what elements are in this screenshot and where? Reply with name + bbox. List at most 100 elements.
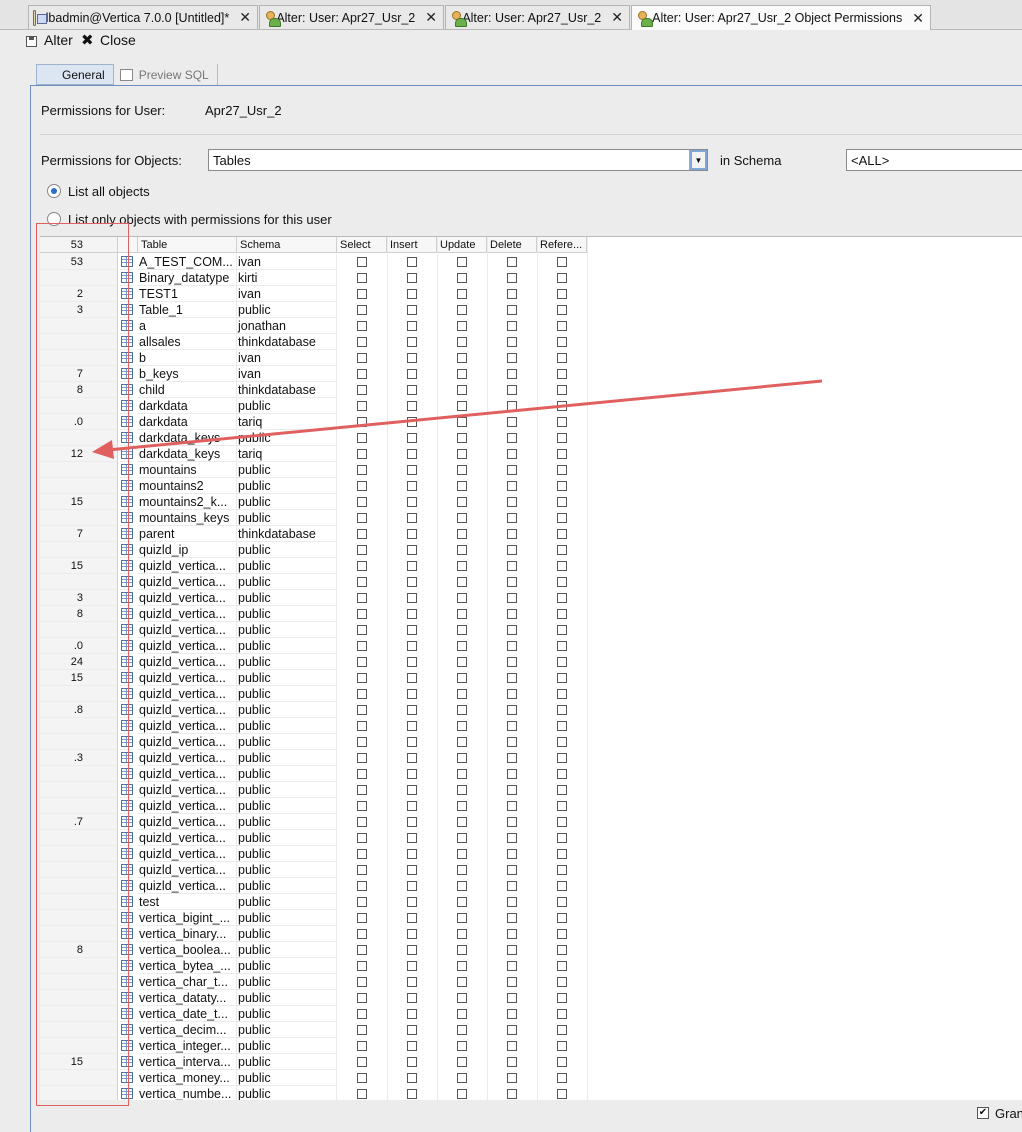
- update-checkbox[interactable]: [457, 545, 467, 555]
- delete-checkbox[interactable]: [507, 769, 517, 779]
- references-checkbox[interactable]: [557, 657, 567, 667]
- update-checkbox[interactable]: [457, 1057, 467, 1067]
- table-row[interactable]: .0 quizld_vertica... public: [40, 638, 1022, 654]
- references-checkbox[interactable]: [557, 385, 567, 395]
- references-checkbox[interactable]: [557, 737, 567, 747]
- references-checkbox[interactable]: [557, 609, 567, 619]
- close-icon[interactable]: ✕: [611, 9, 623, 26]
- schema-cell[interactable]: public: [237, 926, 337, 942]
- select-checkbox[interactable]: [357, 769, 367, 779]
- delete-checkbox[interactable]: [507, 577, 517, 587]
- references-checkbox[interactable]: [557, 465, 567, 475]
- insert-checkbox[interactable]: [407, 945, 417, 955]
- insert-checkbox[interactable]: [407, 529, 417, 539]
- delete-checkbox[interactable]: [507, 801, 517, 811]
- table-name-cell[interactable]: darkdata: [138, 398, 237, 414]
- select-checkbox[interactable]: [357, 865, 367, 875]
- radio-list-only[interactable]: [47, 212, 61, 226]
- table-row[interactable]: mountains_keys public: [40, 510, 1022, 526]
- update-checkbox[interactable]: [457, 433, 467, 443]
- update-checkbox[interactable]: [457, 897, 467, 907]
- insert-checkbox[interactable]: [407, 929, 417, 939]
- tab-alter-user-1[interactable]: Alter: User: Apr27_Usr_2 ✕: [259, 5, 444, 29]
- references-checkbox[interactable]: [557, 257, 567, 267]
- delete-checkbox[interactable]: [507, 1041, 517, 1051]
- select-checkbox[interactable]: [357, 1073, 367, 1083]
- table-name-cell[interactable]: mountains2_k...: [138, 494, 237, 510]
- delete-checkbox[interactable]: [507, 721, 517, 731]
- table-row[interactable]: quizld_vertica... public: [40, 574, 1022, 590]
- update-checkbox[interactable]: [457, 353, 467, 363]
- select-checkbox[interactable]: [357, 497, 367, 507]
- references-checkbox[interactable]: [557, 369, 567, 379]
- table-row[interactable]: quizld_vertica... public: [40, 862, 1022, 878]
- table-name-cell[interactable]: quizld_vertica...: [138, 878, 237, 894]
- table-name-cell[interactable]: vertica_boolea...: [138, 942, 237, 958]
- table-name-cell[interactable]: quizld_vertica...: [138, 766, 237, 782]
- schema-cell[interactable]: tariq: [237, 446, 337, 462]
- select-checkbox[interactable]: [357, 273, 367, 283]
- references-checkbox[interactable]: [557, 593, 567, 603]
- table-name-cell[interactable]: quizld_vertica...: [138, 814, 237, 830]
- references-checkbox[interactable]: [557, 993, 567, 1003]
- update-checkbox[interactable]: [457, 657, 467, 667]
- update-checkbox[interactable]: [457, 289, 467, 299]
- table-name-cell[interactable]: vertica_bigint_...: [138, 910, 237, 926]
- references-checkbox[interactable]: [557, 721, 567, 731]
- delete-checkbox[interactable]: [507, 993, 517, 1003]
- table-name-cell[interactable]: quizld_vertica...: [138, 622, 237, 638]
- update-checkbox[interactable]: [457, 865, 467, 875]
- select-checkbox[interactable]: [357, 481, 367, 491]
- update-checkbox[interactable]: [457, 529, 467, 539]
- insert-checkbox[interactable]: [407, 417, 417, 427]
- schema-cell[interactable]: public: [237, 974, 337, 990]
- table-name-cell[interactable]: TEST1: [138, 286, 237, 302]
- update-checkbox[interactable]: [457, 369, 467, 379]
- close-icon[interactable]: ✕: [912, 10, 924, 27]
- delete-checkbox[interactable]: [507, 913, 517, 923]
- update-checkbox[interactable]: [457, 401, 467, 411]
- update-checkbox[interactable]: [457, 1073, 467, 1083]
- schema-cell[interactable]: public: [237, 590, 337, 606]
- tab-preview-sql[interactable]: Preview SQL: [114, 64, 218, 85]
- table-row[interactable]: allsales thinkdatabase: [40, 334, 1022, 350]
- delete-checkbox[interactable]: [507, 1009, 517, 1019]
- table-row[interactable]: quizld_vertica... public: [40, 766, 1022, 782]
- delete-checkbox[interactable]: [507, 449, 517, 459]
- delete-checkbox[interactable]: [507, 689, 517, 699]
- delete-checkbox[interactable]: [507, 865, 517, 875]
- table-name-cell[interactable]: mountains: [138, 462, 237, 478]
- insert-checkbox[interactable]: [407, 673, 417, 683]
- delete-checkbox[interactable]: [507, 641, 517, 651]
- update-checkbox[interactable]: [457, 833, 467, 843]
- schema-cell[interactable]: public: [237, 878, 337, 894]
- select-checkbox[interactable]: [357, 513, 367, 523]
- select-checkbox[interactable]: [357, 305, 367, 315]
- table-row[interactable]: 15 mountains2_k... public: [40, 494, 1022, 510]
- insert-checkbox[interactable]: [407, 385, 417, 395]
- column-header-delete[interactable]: Delete: [487, 237, 537, 253]
- references-checkbox[interactable]: [557, 977, 567, 987]
- schema-cell[interactable]: ivan: [237, 254, 337, 270]
- delete-checkbox[interactable]: [507, 593, 517, 603]
- table-row[interactable]: test public: [40, 894, 1022, 910]
- column-header-update[interactable]: Update: [437, 237, 487, 253]
- insert-checkbox[interactable]: [407, 753, 417, 763]
- delete-checkbox[interactable]: [507, 945, 517, 955]
- insert-checkbox[interactable]: [407, 337, 417, 347]
- schema-cell[interactable]: public: [237, 574, 337, 590]
- delete-checkbox[interactable]: [507, 833, 517, 843]
- references-checkbox[interactable]: [557, 449, 567, 459]
- update-checkbox[interactable]: [457, 721, 467, 731]
- schema-cell[interactable]: public: [237, 766, 337, 782]
- delete-checkbox[interactable]: [507, 513, 517, 523]
- table-name-cell[interactable]: Binary_datatype: [138, 270, 237, 286]
- schema-cell[interactable]: kirti: [237, 270, 337, 286]
- select-checkbox[interactable]: [357, 817, 367, 827]
- delete-checkbox[interactable]: [507, 417, 517, 427]
- table-row[interactable]: Binary_datatype kirti: [40, 270, 1022, 286]
- update-checkbox[interactable]: [457, 961, 467, 971]
- insert-checkbox[interactable]: [407, 305, 417, 315]
- delete-checkbox[interactable]: [507, 1025, 517, 1035]
- delete-checkbox[interactable]: [507, 657, 517, 667]
